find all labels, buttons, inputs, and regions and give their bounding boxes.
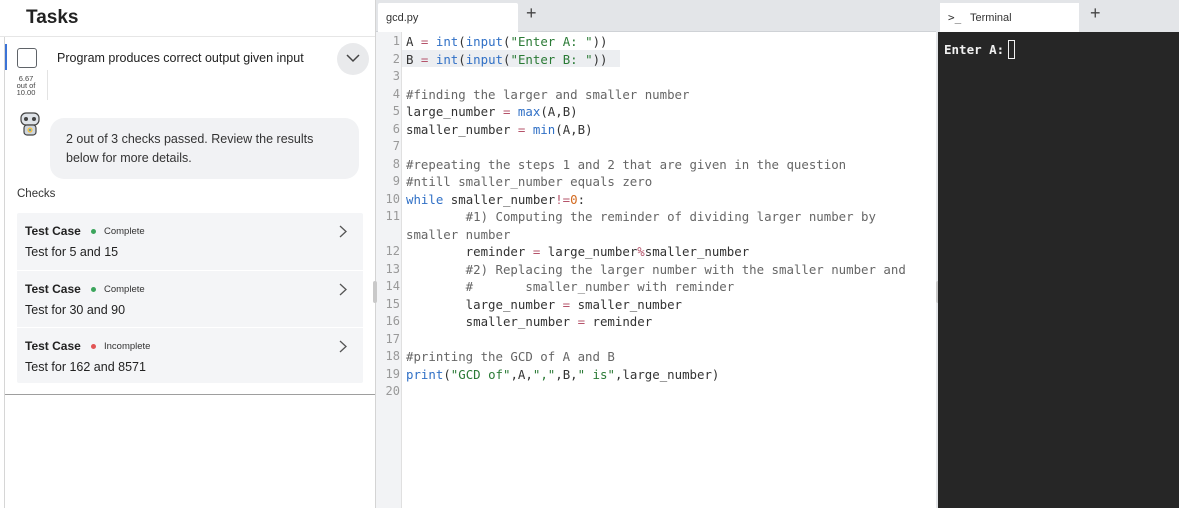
code-line: #ntill smaller_number equals zero	[406, 174, 653, 189]
divider	[5, 394, 375, 395]
check-description: Test for 162 and 8571	[25, 360, 146, 374]
checks-list: Test Case Complete Test for 5 and 15 Tes…	[17, 213, 363, 383]
line-number: 14	[385, 279, 400, 293]
tab-label: Terminal	[970, 12, 1012, 24]
line-number: 13	[385, 261, 400, 276]
robot-icon	[20, 112, 40, 136]
feedback-bubble: 2 out of 3 checks passed. Review the res…	[50, 118, 359, 179]
score-max: 10.00	[16, 88, 36, 97]
check-status: Incomplete	[104, 341, 151, 352]
tasks-title: Tasks	[26, 7, 79, 28]
code-line: #1) Computing the reminder of dividing l…	[406, 209, 876, 224]
task-label: Program produces correct output given in…	[57, 51, 304, 65]
terminal-output[interactable]: Enter A:	[938, 32, 1179, 508]
task-item[interactable]: Program produces correct output given in…	[5, 38, 375, 101]
terminal-icon: >_	[948, 11, 962, 24]
check-status: Complete	[104, 284, 145, 295]
code-line: #repeating the steps 1 and 2 that are gi…	[406, 156, 847, 172]
add-tab-button[interactable]: +	[526, 3, 537, 24]
tasks-header: Tasks	[0, 0, 375, 37]
line-number: 7	[392, 139, 400, 153]
line-number: 20	[385, 384, 400, 398]
code-line: #finding the larger and smaller number	[406, 86, 690, 102]
resize-handle[interactable]	[373, 281, 377, 303]
line-number: 18	[385, 349, 400, 363]
chevron-down-icon	[346, 54, 360, 63]
checks-heading: Checks	[17, 188, 56, 200]
line-number: 17	[385, 331, 400, 346]
terminal-cursor	[1008, 40, 1015, 59]
code-line: while smaller_number!=0:	[406, 191, 586, 207]
editor-tab-bar: gcd.py +	[376, 0, 936, 32]
line-number: 1	[392, 34, 400, 48]
task-score: 6.67 out of 10.00	[5, 70, 48, 100]
code-line: large_number = max(A,B)	[406, 104, 578, 119]
check-title: Test Case	[25, 339, 81, 353]
task-checkbox[interactable]	[17, 48, 37, 68]
line-number: 11	[385, 209, 400, 223]
tab-terminal[interactable]: >_ Terminal	[940, 3, 1079, 32]
status-dot-icon	[91, 229, 96, 234]
line-number: 4	[392, 86, 400, 101]
code-line: reminder = large_number%smaller_number	[406, 244, 750, 259]
check-title: Test Case	[25, 224, 81, 238]
chevron-right-icon	[339, 283, 347, 296]
code-line: smaller_number = min(A,B)	[406, 121, 593, 137]
task-active-indicator	[5, 44, 7, 70]
line-number: 12	[385, 244, 400, 258]
terminal-prompt: Enter A:	[944, 42, 1005, 57]
code-line: # smaller_number with reminder	[406, 279, 735, 294]
code-line: smaller_number = reminder	[406, 314, 653, 329]
task-expand-button[interactable]	[337, 43, 369, 75]
line-number: 16	[385, 314, 400, 328]
status-dot-icon	[91, 287, 96, 292]
status-dot-icon	[91, 344, 96, 349]
line-number: 8	[392, 156, 400, 171]
code-line: print("GCD of",A,",",B," is",large_numbe…	[406, 366, 720, 382]
code-line: smaller number	[406, 226, 511, 242]
line-number: 5	[392, 104, 400, 118]
line-number: 2	[392, 51, 400, 66]
check-item[interactable]: Test Case Incomplete Test for 162 and 85…	[17, 327, 363, 383]
code-area[interactable]: A = int(input("Enter A: ")) B = int(input…	[402, 32, 936, 508]
chevron-right-icon	[339, 225, 347, 238]
check-status: Complete	[104, 226, 145, 237]
line-number-gutter: 1 2 3 4 5 6 7 8 9 10 11 12 13 14 15 16 17 18 19 20	[376, 32, 402, 508]
chevron-right-icon	[339, 340, 347, 353]
tasks-panel: Tasks Program produces correct output gi…	[0, 0, 376, 508]
check-item[interactable]: Test Case Complete Test for 5 and 15	[17, 213, 363, 269]
line-number: 15	[385, 296, 400, 311]
code-line: #2) Replacing the larger number with the…	[406, 261, 906, 277]
check-item[interactable]: Test Case Complete Test for 30 and 90	[17, 270, 363, 326]
check-title: Test Case	[25, 282, 81, 296]
line-number: 19	[385, 366, 400, 381]
line-number: 10	[385, 191, 400, 206]
panel-edge	[4, 37, 5, 508]
code-line: B = int(input("Enter B: "))	[406, 51, 608, 67]
terminal-panel: >_ Terminal + Enter A:	[938, 0, 1179, 508]
code-line: large_number = smaller_number	[406, 296, 683, 312]
code-editor-panel: gcd.py + 1 2 3 4 5 6 7 8 9 10 11 12 13 14 15 16 17 18 19 20…	[376, 0, 936, 508]
feedback-text: 2 out of 3 checks passed. Review the res…	[66, 132, 314, 165]
check-description: Test for 30 and 90	[25, 303, 126, 317]
add-terminal-button[interactable]: +	[1090, 3, 1101, 24]
line-number: 6	[392, 121, 400, 136]
check-description: Test for 5 and 15	[25, 245, 119, 259]
tab-label: gcd.py	[386, 12, 419, 24]
code-line: #printing the GCD of A and B	[406, 349, 615, 364]
tab-gcd-py[interactable]: gcd.py	[378, 3, 518, 32]
line-number: 3	[392, 69, 400, 83]
code-line: A = int(input("Enter A: "))	[406, 34, 608, 49]
line-number: 9	[392, 174, 400, 188]
